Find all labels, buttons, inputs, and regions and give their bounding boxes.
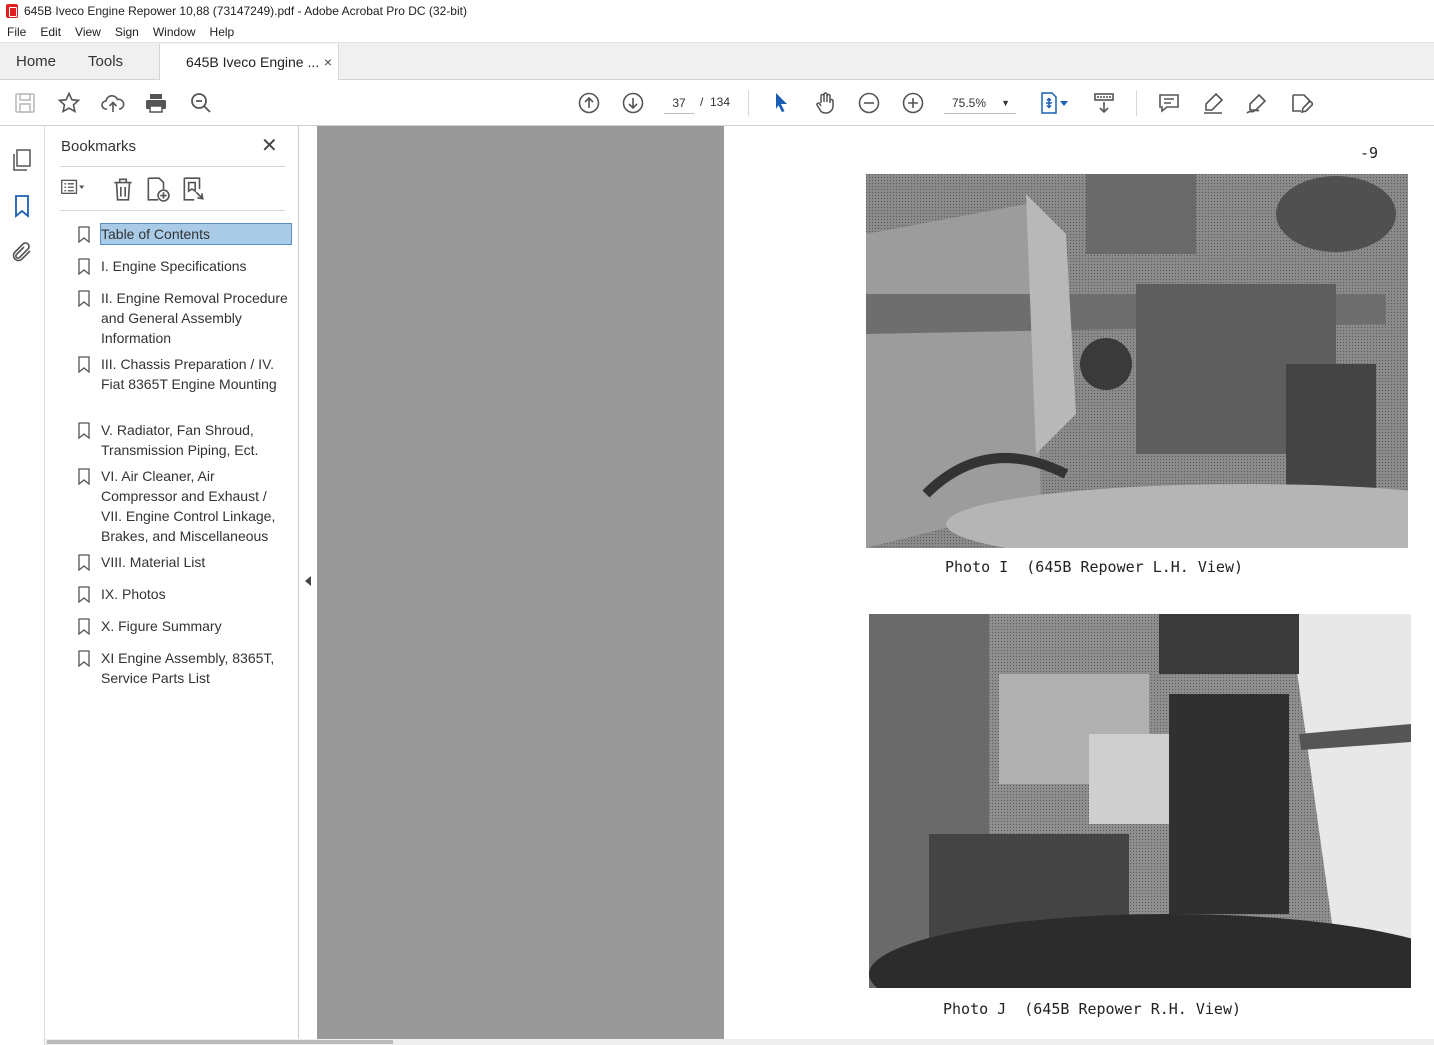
print-icon[interactable] (143, 90, 169, 116)
page-separator: / (700, 95, 704, 109)
search-zoom-icon[interactable] (188, 90, 214, 116)
bookmarks-panel: Bookmarks ✕ Table of Contents I. Engine … (45, 126, 298, 1045)
photo-engine-lh-view (866, 174, 1408, 548)
sign-icon[interactable] (1244, 90, 1270, 116)
new-bookmark-icon[interactable] (144, 176, 170, 202)
pdf-page: -9 Photo I (645B Repower L.H. View) Phot… (724, 126, 1434, 1039)
bookmark-label: VI. Air Cleaner, Air Compressor and Exha… (101, 468, 276, 544)
toolbar-divider (1136, 90, 1137, 116)
title-bar: 645B Iveco Engine Repower 10,88 (7314724… (0, 0, 1434, 22)
bookmarks-header: Bookmarks (61, 138, 137, 155)
panel-splitter[interactable] (298, 126, 317, 1045)
menu-edit[interactable]: Edit (33, 25, 68, 39)
scroll-mode-icon[interactable] (1091, 90, 1117, 116)
window-title: 645B Iveco Engine Repower 10,88 (7314724… (24, 4, 467, 18)
divider (60, 210, 285, 211)
bookmark-label: II. Engine Removal Procedure and General… (101, 290, 288, 346)
menu-bar: File Edit View Sign Window Help (0, 22, 1434, 43)
delete-bookmark-icon[interactable] (110, 176, 136, 202)
zoom-out-icon[interactable] (856, 90, 882, 116)
bookmark-ribbon-icon (78, 258, 90, 275)
tab-bar: Home Tools 645B Iveco Engine ... × (0, 43, 1434, 80)
upload-icon[interactable] (100, 90, 126, 116)
bookmark-ribbon-icon (78, 586, 90, 603)
acrobat-app-icon (6, 4, 18, 18)
main-toolbar: 37 / 134 75.5% ▼ (0, 80, 1434, 126)
zoom-in-icon[interactable] (900, 90, 926, 116)
bookmark-ribbon-icon (78, 554, 90, 571)
highlight-icon[interactable] (1200, 90, 1226, 116)
close-icon[interactable]: ✕ (261, 136, 278, 156)
bookmark-item[interactable]: II. Engine Removal Procedure and General… (75, 288, 295, 348)
comment-icon[interactable] (1156, 90, 1182, 116)
save-icon[interactable] (12, 90, 38, 116)
star-icon[interactable] (56, 90, 82, 116)
bookmark-label: IX. Photos (101, 586, 166, 602)
tab-document[interactable]: 645B Iveco Engine ... × (159, 44, 340, 80)
bookmark-item[interactable]: VIII. Material List (75, 552, 295, 572)
bookmark-item[interactable]: I. Engine Specifications (75, 256, 295, 276)
menu-view[interactable]: View (68, 25, 108, 39)
collapse-panel-icon[interactable] (305, 576, 311, 586)
menu-sign[interactable]: Sign (108, 25, 146, 39)
bookmark-search-icon[interactable] (180, 176, 206, 202)
photo-j-caption: Photo J (645B Repower R.H. View) (943, 1000, 1242, 1018)
toolbar-divider (748, 90, 749, 116)
bookmark-label: Table of Contents (100, 223, 292, 245)
photo-engine-rh-view (869, 614, 1411, 988)
tab-document-label: 645B Iveco Engine ... (186, 54, 320, 70)
photo-i-caption: Photo I (645B Repower L.H. View) (945, 558, 1244, 576)
menu-help[interactable]: Help (203, 25, 242, 39)
total-pages: 134 (710, 95, 731, 109)
bookmark-ribbon-icon (78, 422, 90, 439)
select-pointer-icon[interactable] (768, 90, 794, 116)
bookmark-panel-icon[interactable] (10, 194, 34, 218)
bookmark-item[interactable]: III. Chassis Preparation / IV. Fiat 8365… (75, 354, 295, 394)
bookmark-item[interactable]: IX. Photos (75, 584, 295, 604)
close-tab-icon[interactable]: × (324, 54, 332, 70)
bookmark-label: XI Engine Assembly, 8365T, Service Parts… (101, 650, 275, 686)
bookmark-item[interactable]: Table of Contents (75, 223, 295, 245)
chevron-down-icon: ▼ (1001, 98, 1010, 108)
document-viewer[interactable]: -9 Photo I (645B Repower L.H. View) Phot… (317, 126, 1434, 1039)
current-page-input[interactable]: 37 (664, 92, 694, 114)
horizontal-scrollbar[interactable] (45, 1039, 1434, 1045)
bookmark-ribbon-icon (78, 290, 90, 307)
hand-icon[interactable] (812, 90, 838, 116)
bookmark-label: I. Engine Specifications (101, 258, 247, 274)
page-up-icon[interactable] (576, 90, 602, 116)
navigation-rail (0, 126, 45, 1045)
menu-file[interactable]: File (0, 25, 33, 39)
bookmark-ribbon-icon (78, 356, 90, 373)
page-number-label: -9 (1360, 144, 1379, 162)
bookmark-label: X. Figure Summary (101, 618, 222, 634)
bookmark-item[interactable]: XI Engine Assembly, 8365T, Service Parts… (75, 648, 295, 688)
fit-dropdown-icon[interactable] (1058, 90, 1070, 116)
zoom-select[interactable]: 75.5% ▼ (944, 92, 1016, 114)
bookmark-label: VIII. Material List (101, 554, 206, 570)
bookmark-label: V. Radiator, Fan Shroud, Transmission Pi… (101, 422, 259, 458)
bookmark-ribbon-icon (78, 650, 90, 667)
bookmark-ribbon-icon (78, 468, 90, 485)
bookmark-options-icon[interactable] (60, 176, 86, 202)
zoom-value: 75.5% (952, 96, 987, 110)
bookmark-ribbon-icon (78, 226, 90, 243)
bookmark-item[interactable]: X. Figure Summary (75, 616, 295, 636)
tab-home[interactable]: Home (0, 43, 72, 79)
bookmark-item[interactable]: VI. Air Cleaner, Air Compressor and Exha… (75, 466, 295, 546)
bookmark-label: III. Chassis Preparation / IV. Fiat 8365… (101, 356, 277, 392)
bookmark-item[interactable]: V. Radiator, Fan Shroud, Transmission Pi… (75, 420, 295, 460)
menu-window[interactable]: Window (146, 25, 203, 39)
tab-tools[interactable]: Tools (72, 43, 139, 79)
scrollbar-thumb[interactable] (47, 1040, 393, 1044)
attachments-icon[interactable] (10, 240, 34, 264)
divider (60, 166, 285, 167)
page-thumbnails-icon[interactable] (10, 148, 34, 172)
page-down-icon[interactable] (620, 90, 646, 116)
bookmark-ribbon-icon (78, 618, 90, 635)
edit-icon[interactable] (1288, 90, 1314, 116)
